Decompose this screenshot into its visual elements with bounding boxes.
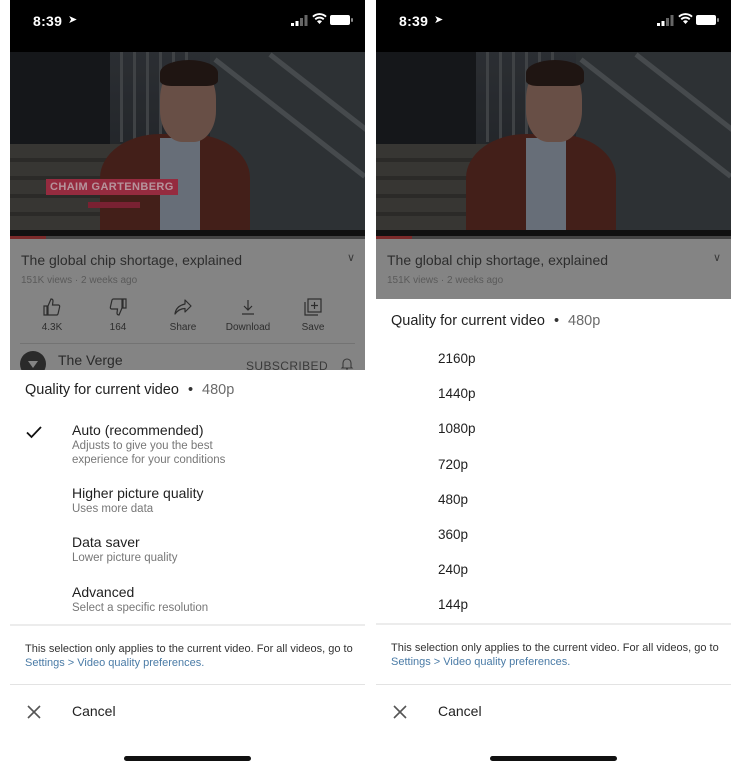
close-icon <box>393 705 407 719</box>
save-playlist-icon <box>304 298 322 316</box>
video-title: The global chip shortage, explained <box>21 252 243 268</box>
quality-option-auto[interactable]: Auto (recommended) Adjusts to give you t… <box>10 422 365 468</box>
video-title: The global chip shortage, explained <box>387 252 609 268</box>
cellular-signal-icon <box>291 15 308 26</box>
quality-option-data-saver[interactable]: Data saver Lower picture quality <box>10 534 365 568</box>
home-indicator[interactable] <box>124 756 251 761</box>
scope-note: This selection only applies to the curre… <box>391 642 719 668</box>
thumbs-up-icon <box>43 298 61 316</box>
checkmark-icon <box>26 426 42 439</box>
phone-screen-advanced-resolutions: 8:39 ➤ The global chip shortage, explain… <box>376 0 731 768</box>
channel-row[interactable]: The Verge SUBSCRIBED <box>10 347 365 370</box>
sheet-header: Quality for current video • 480p <box>391 313 601 329</box>
sheet-header: Quality for current video • 480p <box>25 382 235 398</box>
divider <box>20 343 355 344</box>
like-button[interactable]: 4.3K <box>17 297 87 333</box>
quality-sheet: Quality for current video • 480p Auto (rec… <box>10 370 365 768</box>
video-info-panel: The global chip shortage, explained ∨ 15… <box>376 239 731 299</box>
divider <box>10 624 365 626</box>
home-indicator[interactable] <box>490 756 617 761</box>
video-quality-preferences-link[interactable]: Settings > Video quality preferences. <box>391 656 570 668</box>
battery-icon <box>696 15 719 25</box>
battery-icon <box>330 15 353 25</box>
cellular-signal-icon <box>657 15 674 26</box>
thumbs-down-icon <box>109 298 127 316</box>
dislike-button[interactable]: 164 <box>83 297 153 333</box>
chevron-down-icon[interactable]: ∨ <box>347 251 355 264</box>
save-button[interactable]: Save <box>278 297 348 333</box>
status-time: 8:39 <box>399 13 429 29</box>
quality-option-higher[interactable]: Higher picture quality Uses more data <box>10 485 365 519</box>
location-arrow-icon: ➤ <box>68 14 78 26</box>
chevron-down-icon[interactable]: ∨ <box>713 251 721 264</box>
quality-option-advanced[interactable]: Advanced Select a specific resolution <box>10 584 365 618</box>
download-icon <box>242 300 254 315</box>
resolution-option-1440p[interactable]: 1440p <box>438 386 476 401</box>
resolution-option-360p[interactable]: 360p <box>438 527 468 542</box>
location-arrow-icon: ➤ <box>434 14 444 26</box>
channel-name[interactable]: The Verge <box>58 352 123 368</box>
video-stats: 151K views · 2 weeks ago <box>21 275 138 286</box>
resolution-option-2160p[interactable]: 2160p <box>438 351 476 366</box>
resolution-option-480p[interactable]: 480p <box>438 492 468 507</box>
video-stats: 151K views · 2 weeks ago <box>387 275 504 286</box>
phone-screen-quality-presets: 8:39 ➤ CHAIM GARTENBERG The global chip … <box>10 0 365 768</box>
video-actions: 4.3K 164 Share Download Save <box>10 297 365 337</box>
resolution-sheet: Quality for current video • 480p 2160p 144… <box>376 299 731 768</box>
resolution-option-240p[interactable]: 240p <box>438 562 468 577</box>
video-player[interactable] <box>376 52 731 238</box>
divider <box>376 623 731 625</box>
resolution-option-144p[interactable]: 144p <box>438 597 468 612</box>
status-time: 8:39 <box>33 13 63 29</box>
divider <box>10 684 365 685</box>
cancel-button[interactable]: Cancel <box>376 698 731 738</box>
channel-avatar[interactable] <box>20 351 46 370</box>
divider <box>376 684 731 685</box>
cancel-button[interactable]: Cancel <box>10 698 365 738</box>
video-quality-preferences-link[interactable]: Settings > Video quality preferences. <box>25 657 204 669</box>
video-player[interactable]: CHAIM GARTENBERG <box>10 52 365 238</box>
resolution-option-720p[interactable]: 720p <box>438 457 468 472</box>
resolution-option-1080p[interactable]: 1080p <box>438 421 476 436</box>
video-info-panel: The global chip shortage, explained ∨ 15… <box>10 239 365 370</box>
status-bar: 8:39 ➤ <box>10 0 365 52</box>
current-resolution: 480p <box>568 313 601 329</box>
wifi-icon <box>312 13 327 24</box>
share-icon <box>174 299 192 315</box>
share-button[interactable]: Share <box>148 297 218 333</box>
close-icon <box>27 705 41 719</box>
scope-note: This selection only applies to the curre… <box>25 643 353 669</box>
wifi-icon <box>678 13 693 24</box>
subscribed-button[interactable]: SUBSCRIBED <box>246 359 328 370</box>
current-resolution: 480p <box>202 382 235 398</box>
notification-bell-icon[interactable] <box>340 357 354 370</box>
status-bar: 8:39 ➤ <box>376 0 731 52</box>
download-button[interactable]: Download <box>213 297 283 333</box>
